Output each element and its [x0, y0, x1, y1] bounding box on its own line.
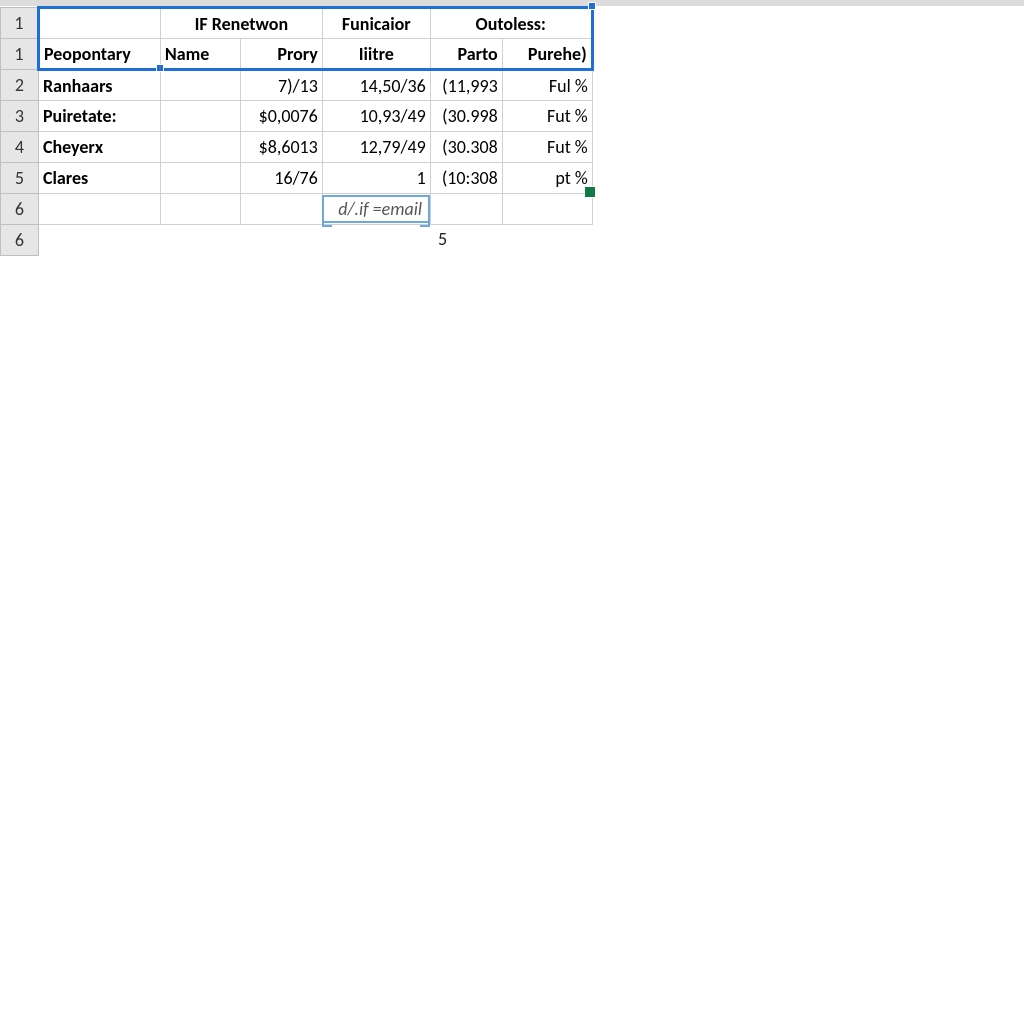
header-row-1[interactable]: 1 IF Renetwon Funicaior Outoless: — [1, 8, 1024, 39]
cell[interactable]: Ful % — [502, 70, 592, 101]
empty-area — [592, 132, 1023, 163]
cell[interactable]: 12,79/49 — [322, 132, 430, 163]
cell[interactable]: 16/76 — [240, 163, 322, 194]
row-header[interactable]: 4 — [1, 132, 39, 163]
cell[interactable]: (30.998 — [430, 101, 502, 132]
cell[interactable]: (11,993 — [430, 70, 502, 101]
cell[interactable] — [502, 194, 592, 225]
cell[interactable] — [502, 225, 592, 256]
cell[interactable]: (10:308 — [430, 163, 502, 194]
cell[interactable] — [240, 225, 322, 256]
table-row[interactable]: 2 Ranhaars 7)/13 14,50/36 (11,993 Ful % — [1, 70, 1024, 101]
row-header[interactable]: 1 — [1, 39, 39, 70]
cell[interactable] — [322, 225, 430, 256]
selection-handle-icon[interactable] — [156, 64, 164, 72]
table-row[interactable]: 6 — [1, 225, 1024, 256]
row-header[interactable]: 1 — [1, 8, 39, 39]
grid-table[interactable]: 1 IF Renetwon Funicaior Outoless: 1 Peop… — [0, 6, 1024, 256]
header-iiitre[interactable]: Iiitre — [322, 39, 430, 70]
row-header[interactable]: 5 — [1, 163, 39, 194]
header-funicaior[interactable]: Funicaior — [322, 8, 430, 39]
empty-area — [592, 194, 1023, 225]
row-header[interactable]: 3 — [1, 101, 39, 132]
header-row-2[interactable]: 1 Peopontary Name Prory Iiitre Parto Pur… — [1, 39, 1024, 70]
selection-handle-icon[interactable] — [588, 2, 596, 10]
cell[interactable]: $0,0076 — [240, 101, 322, 132]
cell[interactable]: Clares — [38, 163, 160, 194]
empty-area — [592, 163, 1023, 194]
cell[interactable]: Fut % — [502, 101, 592, 132]
cell-editor[interactable]: d/.if =email — [322, 195, 430, 223]
cell[interactable] — [160, 194, 240, 225]
row-header[interactable]: 2 — [1, 70, 39, 101]
table-row[interactable]: 5 Clares 16/76 1 (10:308 pt % — [1, 163, 1024, 194]
cell[interactable] — [160, 132, 240, 163]
empty-area — [592, 101, 1023, 132]
cell[interactable]: Fut % — [502, 132, 592, 163]
header-name[interactable]: Name — [160, 39, 240, 70]
cell[interactable] — [160, 101, 240, 132]
header-parto[interactable]: Parto — [430, 39, 502, 70]
table-row[interactable]: 3 Puiretate: $0,0076 10,93/49 (30.998 Fu… — [1, 101, 1024, 132]
cell[interactable]: 10,93/49 — [322, 101, 430, 132]
row-header[interactable]: 6 — [1, 194, 39, 225]
cell[interactable]: Cheyerx — [38, 132, 160, 163]
cell[interactable] — [160, 225, 240, 256]
empty-area — [592, 70, 1023, 101]
cell[interactable]: 7)/13 — [240, 70, 322, 101]
empty-area — [592, 225, 1023, 256]
table-row[interactable]: 4 Cheyerx $8,6013 12,79/49 (30.308 Fut % — [1, 132, 1024, 163]
cell[interactable]: pt % — [502, 163, 592, 194]
table-row[interactable]: 6 — [1, 194, 1024, 225]
cell[interactable] — [430, 194, 502, 225]
header-outoless[interactable]: Outoless: — [430, 8, 592, 39]
cell[interactable] — [38, 225, 160, 256]
stray-label: 5 — [438, 228, 447, 250]
cell[interactable]: Puiretate: — [38, 101, 160, 132]
cell[interactable] — [160, 70, 240, 101]
row-header[interactable]: 6 — [1, 225, 39, 256]
cell[interactable]: (30.308 — [430, 132, 502, 163]
cell[interactable] — [38, 194, 160, 225]
cell[interactable]: Ranhaars — [38, 70, 160, 101]
header-prory[interactable]: Prory — [240, 39, 322, 70]
header-if-renetwon[interactable]: IF Renetwon — [160, 8, 322, 39]
fill-handle-icon[interactable] — [584, 186, 596, 198]
empty-area — [592, 8, 1023, 39]
empty-area — [592, 39, 1023, 70]
cell-a1[interactable] — [38, 8, 160, 39]
cell[interactable]: $8,6013 — [240, 132, 322, 163]
cell-editor-text: d/.if =email — [338, 198, 422, 220]
header-peopontary[interactable]: Peopontary — [38, 39, 160, 70]
cell[interactable]: 14,50/36 — [322, 70, 430, 101]
cell[interactable]: 1 — [322, 163, 430, 194]
spreadsheet[interactable]: 1 IF Renetwon Funicaior Outoless: 1 Peop… — [0, 0, 1024, 256]
header-purehe[interactable]: Purehe) — [502, 39, 592, 70]
cell[interactable] — [240, 194, 322, 225]
cell[interactable] — [160, 163, 240, 194]
